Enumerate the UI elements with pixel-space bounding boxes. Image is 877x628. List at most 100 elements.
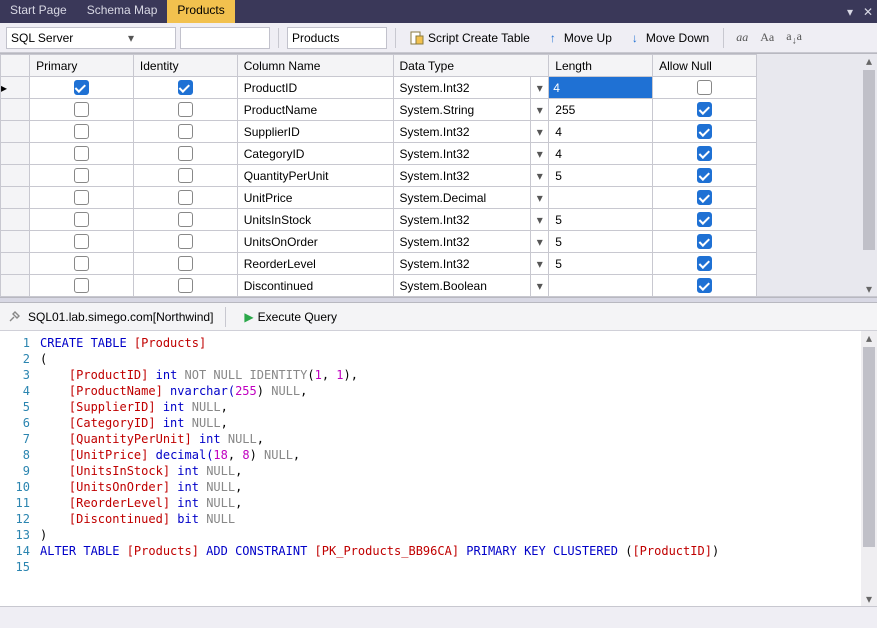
column-header[interactable]: Primary: [30, 55, 134, 77]
table-row[interactable]: SupplierIDSystem.Int32▾4: [1, 121, 757, 143]
length-cell[interactable]: 5: [549, 253, 653, 275]
identity-checkbox[interactable]: [178, 124, 193, 139]
column-name-cell[interactable]: Discontinued: [237, 275, 393, 297]
table-row[interactable]: ▸ ProductIDSystem.Int32▾4: [1, 77, 757, 99]
chevron-down-icon[interactable]: ▾: [530, 143, 548, 164]
primary-checkbox[interactable]: [74, 124, 89, 139]
primary-checkbox[interactable]: [74, 190, 89, 205]
allow-null-checkbox[interactable]: [697, 256, 712, 271]
primary-checkbox[interactable]: [74, 278, 89, 293]
allow-null-checkbox[interactable]: [697, 146, 712, 161]
titlecase-button[interactable]: Aa: [756, 30, 778, 45]
data-type-cell[interactable]: System.Int32▾: [393, 143, 549, 165]
row-header[interactable]: ▸: [1, 77, 30, 99]
data-type-cell[interactable]: System.Int32▾: [393, 77, 549, 99]
identity-checkbox[interactable]: [178, 212, 193, 227]
scroll-up-icon[interactable]: ▴: [861, 54, 877, 68]
column-name-cell[interactable]: ProductID: [237, 77, 393, 99]
script-create-button[interactable]: Script Create Table: [404, 26, 536, 50]
data-type-cell[interactable]: System.Decimal▾: [393, 187, 549, 209]
db-provider-combo[interactable]: SQL Server ▾: [6, 27, 176, 49]
length-cell[interactable]: 4: [549, 121, 653, 143]
close-icon[interactable]: ✕: [859, 0, 877, 23]
allow-null-checkbox[interactable]: [697, 168, 712, 183]
length-cell[interactable]: 5: [549, 231, 653, 253]
row-header[interactable]: [1, 231, 30, 253]
row-header[interactable]: [1, 187, 30, 209]
data-type-cell[interactable]: System.Int32▾: [393, 165, 549, 187]
row-header[interactable]: [1, 253, 30, 275]
column-name-cell[interactable]: UnitPrice: [237, 187, 393, 209]
chevron-down-icon[interactable]: ▾: [530, 275, 548, 296]
scroll-thumb[interactable]: [863, 70, 875, 250]
data-type-cell[interactable]: System.Int32▾: [393, 253, 549, 275]
column-name-cell[interactable]: SupplierID: [237, 121, 393, 143]
primary-checkbox[interactable]: [74, 146, 89, 161]
allow-null-checkbox[interactable]: [697, 80, 712, 95]
allow-null-checkbox[interactable]: [697, 190, 712, 205]
chevron-down-icon[interactable]: ▾: [530, 209, 548, 230]
length-cell[interactable]: 255: [549, 99, 653, 121]
row-header[interactable]: [1, 209, 30, 231]
allow-null-checkbox[interactable]: [697, 124, 712, 139]
scroll-up-icon[interactable]: ▴: [861, 331, 877, 345]
column-header[interactable]: Data Type: [393, 55, 549, 77]
row-header[interactable]: [1, 99, 30, 121]
code-area[interactable]: CREATE TABLE [Products]( [ProductID] int…: [40, 331, 861, 606]
identity-checkbox[interactable]: [178, 102, 193, 117]
allow-null-checkbox[interactable]: [697, 234, 712, 249]
column-name-cell[interactable]: CategoryID: [237, 143, 393, 165]
data-type-cell[interactable]: System.Int32▾: [393, 209, 549, 231]
scroll-down-icon[interactable]: ▾: [861, 592, 877, 606]
chevron-down-icon[interactable]: ▾: [530, 187, 548, 208]
primary-checkbox[interactable]: [74, 234, 89, 249]
length-cell[interactable]: [549, 275, 653, 297]
column-name-cell[interactable]: QuantityPerUnit: [237, 165, 393, 187]
allow-null-checkbox[interactable]: [697, 278, 712, 293]
column-name-cell[interactable]: ReorderLevel: [237, 253, 393, 275]
table-combo[interactable]: Products: [287, 27, 387, 49]
execute-button[interactable]: ▶ Execute Query: [238, 305, 343, 329]
chevron-down-icon[interactable]: ▾: [530, 121, 548, 142]
row-header[interactable]: [1, 275, 30, 297]
chevron-down-icon[interactable]: ▾: [530, 253, 548, 274]
dropdown-icon[interactable]: ▾: [841, 0, 859, 23]
identity-checkbox[interactable]: [178, 278, 193, 293]
table-row[interactable]: DiscontinuedSystem.Boolean▾: [1, 275, 757, 297]
scroll-thumb[interactable]: [863, 347, 875, 547]
column-name-cell[interactable]: UnitsOnOrder: [237, 231, 393, 253]
row-header[interactable]: [1, 143, 30, 165]
chevron-down-icon[interactable]: ▾: [530, 165, 548, 186]
identity-checkbox[interactable]: [178, 256, 193, 271]
grid-scrollbar[interactable]: ▴ ▾: [861, 54, 877, 296]
table-row[interactable]: UnitsOnOrderSystem.Int32▾5: [1, 231, 757, 253]
allow-null-checkbox[interactable]: [697, 212, 712, 227]
identity-checkbox[interactable]: [178, 146, 193, 161]
length-cell[interactable]: 5: [549, 165, 653, 187]
table-row[interactable]: ProductNameSystem.String▾255: [1, 99, 757, 121]
column-header[interactable]: Identity: [133, 55, 237, 77]
primary-checkbox[interactable]: [74, 102, 89, 117]
primary-checkbox[interactable]: [74, 256, 89, 271]
allow-null-checkbox[interactable]: [697, 102, 712, 117]
row-header[interactable]: [1, 121, 30, 143]
primary-checkbox[interactable]: [74, 168, 89, 183]
column-header[interactable]: Allow Null: [653, 55, 757, 77]
tab-start-page[interactable]: Start Page: [0, 0, 77, 23]
identity-checkbox[interactable]: [178, 190, 193, 205]
chevron-down-icon[interactable]: ▾: [530, 231, 548, 252]
chevron-down-icon[interactable]: ▾: [530, 77, 548, 98]
chevron-down-icon[interactable]: ▾: [530, 99, 548, 120]
lowercase-button[interactable]: aa: [732, 30, 752, 45]
column-header[interactable]: Length: [549, 55, 653, 77]
length-cell[interactable]: [549, 187, 653, 209]
length-cell[interactable]: 4: [549, 143, 653, 165]
data-type-cell[interactable]: System.String▾: [393, 99, 549, 121]
subscript-button[interactable]: a↓a: [782, 29, 806, 46]
column-header[interactable]: Column Name: [237, 55, 393, 77]
primary-checkbox[interactable]: [74, 212, 89, 227]
identity-checkbox[interactable]: [178, 80, 193, 95]
table-row[interactable]: CategoryIDSystem.Int32▾4: [1, 143, 757, 165]
column-name-cell[interactable]: ProductName: [237, 99, 393, 121]
length-cell[interactable]: 4: [549, 77, 653, 99]
